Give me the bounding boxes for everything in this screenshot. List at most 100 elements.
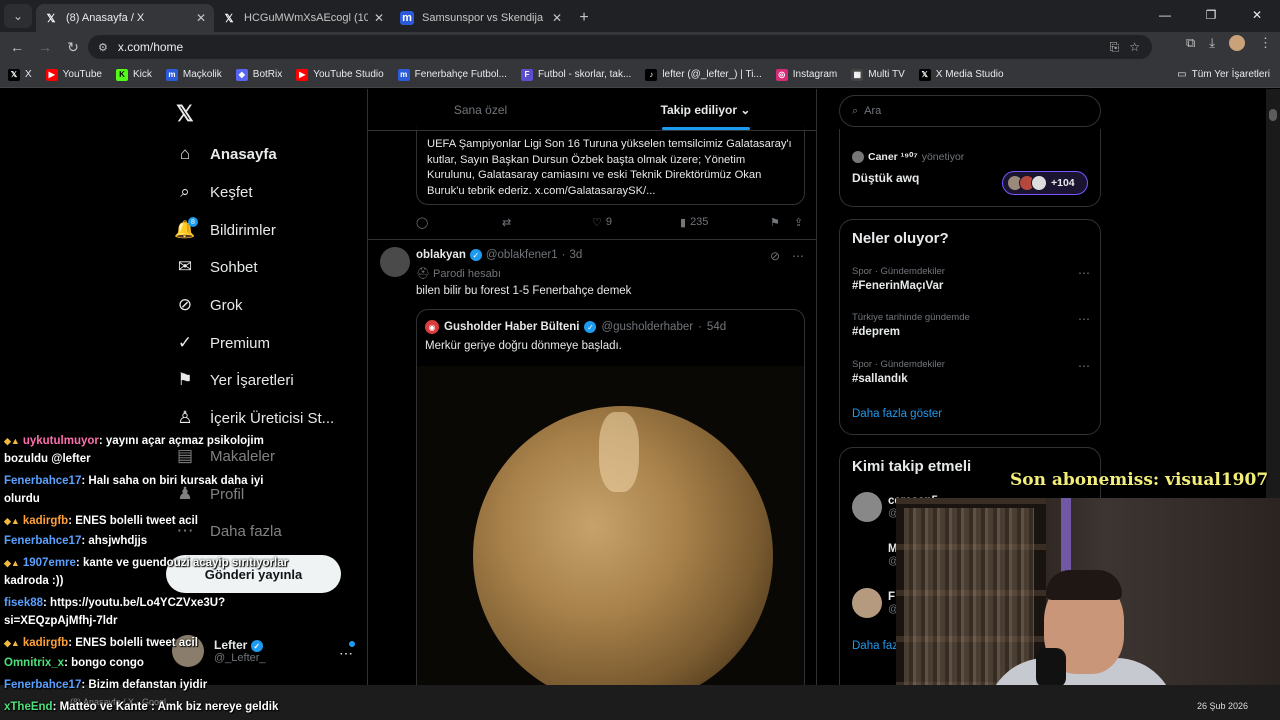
space-listeners[interactable]: +104 — [1002, 171, 1088, 195]
nav-item-premium[interactable]: ✓ Premium — [174, 328, 270, 358]
follow-suggestion[interactable]: M @ — [852, 540, 899, 570]
stream-chat: ◆▲ uykutulmuyor: yayını açar açmaz psikol… — [0, 432, 300, 720]
browser-tab-match[interactable]: m Samsunspor vs Skendija 79, 2… ✕ — [392, 4, 570, 32]
back-icon[interactable]: ← — [4, 34, 30, 60]
tab-title: HCGuMWmXsAEcogl (1080×1… — [244, 12, 368, 24]
bookmark-item[interactable]: ◎ Instagram — [775, 68, 837, 81]
nav-item-grok[interactable]: ⊘ Grok — [174, 290, 243, 320]
scroll-thumb[interactable] — [1269, 109, 1277, 121]
trend-category: Spor · Gündemdekiler — [852, 359, 945, 370]
avatar[interactable] — [380, 247, 410, 277]
more-icon[interactable]: ⋯ — [1078, 312, 1090, 326]
nav-item-bell[interactable]: 🔔 Bildirimler 8 — [174, 215, 276, 245]
menu-icon[interactable]: ⋮ — [1259, 35, 1272, 51]
install-app-icon[interactable]: ⎘ — [1110, 40, 1120, 55]
restore-icon[interactable]: ❐ — [1188, 0, 1234, 30]
follow-suggestion[interactable]: F @ — [852, 588, 899, 618]
close-tab-icon[interactable]: ✕ — [196, 11, 206, 25]
show-more-link[interactable]: Daha faz — [852, 640, 898, 652]
tab-search-icon[interactable]: ⌄ — [4, 4, 32, 28]
tweet-media[interactable] — [417, 366, 804, 685]
notification-badge: 8 — [188, 217, 198, 227]
quoted-tweet[interactable]: UEFA Şampiyonlar Ligi Son 16 Turuna yüks… — [416, 125, 805, 205]
all-bookmarks-label: Tüm Yer İşaretleri — [1191, 69, 1270, 80]
tweet-time[interactable]: 3d — [569, 249, 582, 261]
more-icon[interactable]: ⋯ — [792, 249, 804, 263]
show-more-link[interactable]: Daha fazla göster — [852, 408, 942, 420]
tab-label: Takip ediliyor — [660, 102, 738, 117]
taskbar-date: 26 Şub 2026 — [1196, 701, 1248, 711]
bookmark-item[interactable]: 𝕏 X Media Studio — [918, 68, 1004, 81]
nav-item-search[interactable]: ⌕ Keşfet — [174, 177, 253, 207]
bookmark-item[interactable]: ▶ YouTube Studio — [296, 68, 384, 81]
views-button[interactable]: ▮ 235 — [680, 216, 708, 229]
bookmark-icon[interactable]: ⚑ — [770, 216, 780, 229]
search-input[interactable]: ⌕ Ara — [839, 95, 1101, 127]
X-bookmark-icon: 𝕏 — [918, 68, 931, 81]
bookmark-item[interactable]: ▦ Multi TV — [851, 68, 905, 81]
grok-icon[interactable]: ⊘ — [770, 249, 780, 263]
nav-label: Anasayfa — [210, 145, 277, 163]
close-tab-icon[interactable]: ✕ — [374, 11, 384, 25]
space-card[interactable]: Caner ¹⁹⁰⁷ yönetiyor Düştük awq +104 — [839, 129, 1101, 207]
download-icon[interactable]: ⤓ — [1209, 35, 1215, 51]
browser-tab-home[interactable]: 𝕏 (8) Anasayfa / X ✕ — [36, 4, 214, 32]
bookmark-item[interactable]: K Kick — [115, 68, 152, 81]
author-handle[interactable]: @oblakfener1 — [486, 249, 558, 261]
nav-item-bookmark[interactable]: ⚑ Yer İşaretleri — [174, 365, 293, 395]
nav-label: Keşfet — [210, 183, 253, 201]
trend-item[interactable]: Spor · Gündemdekiler #sallandık ⋯ — [852, 359, 1090, 385]
premium-icon: ✓ — [177, 333, 193, 352]
chart-icon: ▮ — [680, 216, 687, 229]
profile-avatar[interactable] — [1229, 35, 1245, 51]
like-button[interactable]: ♡ 9 — [592, 216, 612, 229]
chat-message: Omnitrix_x: bongo congo — [4, 654, 294, 672]
more-icon[interactable]: ⋯ — [1078, 266, 1090, 280]
tweet-divider — [368, 239, 816, 240]
trend-item[interactable]: Türkiye tarihinde gündemde #deprem ⋯ — [852, 312, 1090, 338]
share-icon[interactable]: ⇪ — [794, 216, 803, 229]
all-bookmarks[interactable]: ▭ Tüm Yer İşaretleri — [1177, 69, 1270, 80]
minimize-icon[interactable]: — — [1142, 0, 1188, 30]
author-name[interactable]: oblakyan — [416, 249, 466, 261]
bookmark-item[interactable]: ▶ YouTube — [45, 68, 102, 81]
close-window-icon[interactable]: ✕ — [1234, 0, 1280, 30]
nav-item-home[interactable]: ⌂ Anasayfa — [174, 139, 277, 169]
bookmark-item[interactable]: 𝕏X — [8, 68, 32, 81]
trends-card: Neler oluyor? Spor · Gündemdekiler #Fener… — [839, 219, 1101, 435]
tab-following[interactable]: Takip ediliyor ⌄ — [593, 89, 816, 130]
bookmark-item[interactable]: m Maçkolik — [165, 68, 222, 81]
address-bar[interactable]: ⚙ x.com/home ⎘ ☆ — [88, 35, 1152, 59]
tweet-tools: ⊘ ⋯ — [770, 249, 804, 263]
site-info-icon[interactable]: ⚙ — [98, 41, 108, 54]
more-icon[interactable]: ⋯ — [1078, 359, 1090, 373]
parody-label: ⛑ Parodi hesabı — [416, 267, 501, 280]
new-tab-button[interactable]: + — [570, 4, 598, 32]
quoted-tweet-header: ◉ Gusholder Haber Bülteni ✓ @gusholderha… — [425, 320, 726, 334]
quoted-tweet[interactable]: ◉ Gusholder Haber Bülteni ✓ @gusholderha… — [416, 309, 805, 685]
bookmark-item[interactable]: m Fenerbahçe Futbol... — [397, 68, 507, 81]
bookmark-item[interactable]: ◆ BotRix — [235, 68, 282, 81]
more-icon[interactable]: ⋯ — [339, 645, 353, 662]
bookmark-item[interactable]: ♪ lefter (@_lefter_) | Ti... — [645, 68, 762, 81]
chat-username: xTheEnd — [4, 701, 53, 713]
bookmark-item[interactable]: F Futbol - skorlar, tak... — [520, 68, 631, 81]
x-logo-icon[interactable]: 𝕏 — [176, 101, 194, 127]
nav-item-creator[interactable]: ♙ İçerik Üreticisi St... — [174, 403, 334, 433]
extensions-icon[interactable]: ⧉ — [1186, 35, 1195, 51]
retweet-icon[interactable]: ⇄ — [502, 216, 511, 229]
tab-for-you[interactable]: Sana özel — [368, 89, 593, 130]
parody-text: Parodi hesabı — [433, 268, 501, 280]
reply-icon[interactable]: ◯ — [416, 216, 428, 229]
bookmark-star-icon[interactable]: ☆ — [1129, 40, 1140, 55]
quoted-tweet-text: Merkür geriye doğru dönmeye başladı. — [425, 340, 622, 352]
reload-icon[interactable]: ↻ — [60, 34, 86, 60]
tab-title: (8) Anasayfa / X — [66, 12, 145, 24]
chevron-down-icon[interactable]: ⌄ — [740, 103, 750, 117]
chat-username: 1907emre — [22, 557, 76, 569]
forward-icon[interactable]: → — [32, 34, 58, 60]
trend-item[interactable]: Spor · Gündemdekiler #FenerinMaçıVar ⋯ — [852, 266, 1090, 292]
close-tab-icon[interactable]: ✕ — [552, 11, 562, 25]
nav-item-mail[interactable]: ✉ Sohbet — [174, 252, 258, 282]
browser-tab-image[interactable]: 𝕏 HCGuMWmXsAEcogl (1080×1… ✕ — [214, 4, 392, 32]
